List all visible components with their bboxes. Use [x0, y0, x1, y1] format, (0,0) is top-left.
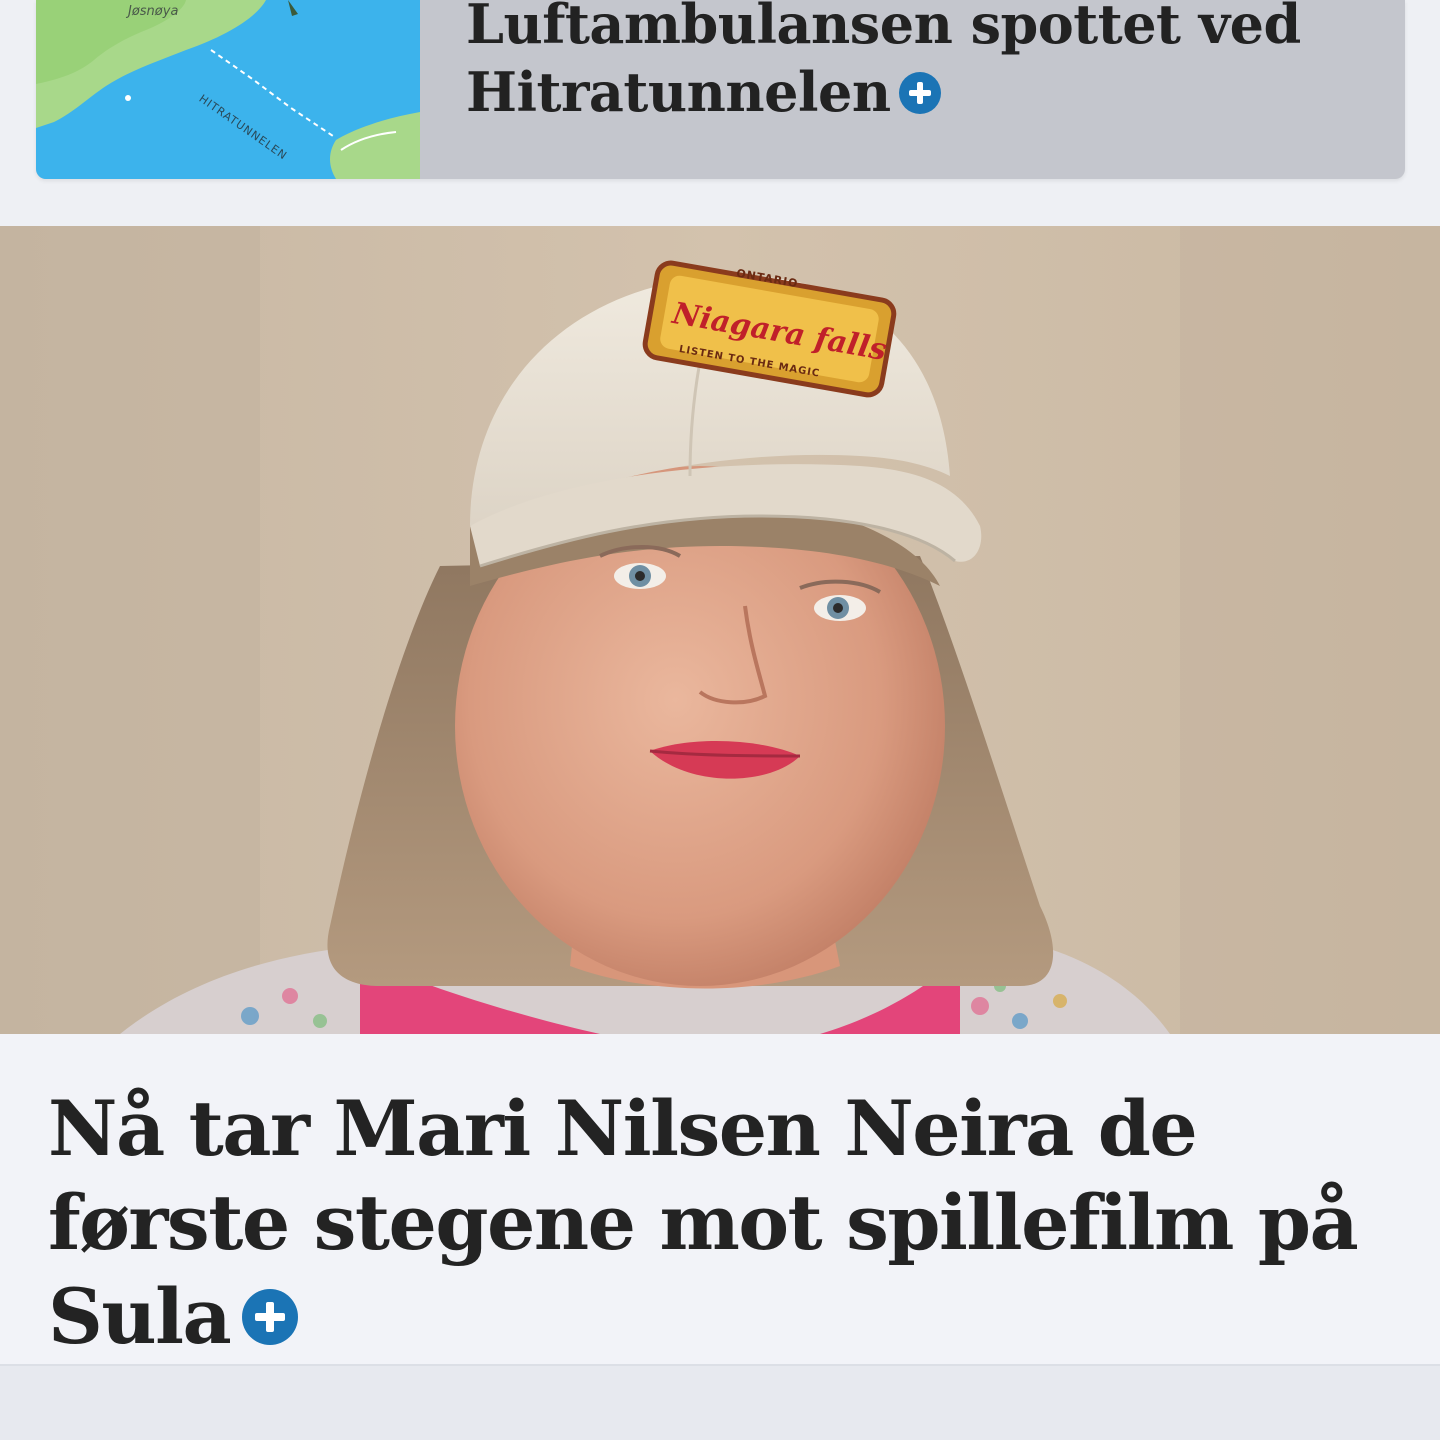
plus-icon [898, 71, 941, 114]
teaser-article-card[interactable]: Jøsnøya HITRATUNNELEN Luftambulansen spo… [36, 0, 1405, 179]
plus-icon [242, 1289, 299, 1345]
map-label-island: Jøsnøya [128, 4, 179, 19]
article-photo[interactable]: ONTARIO Niagara falls LISTEN TO THE MAGI… [0, 226, 1440, 1034]
teaser-headline[interactable]: Luftambulansen spottet ved Hitratunnelen [466, 0, 1301, 124]
next-article-divider [0, 1364, 1440, 1440]
teaser-map-image: Jøsnøya HITRATUNNELEN [36, 0, 420, 179]
teaser-headline-block[interactable]: Luftambulansen spottet ved Hitratunnelen [466, 0, 1386, 126]
main-article-card[interactable]: Nå tar Mari Nilsen Neira de første stege… [0, 1034, 1440, 1364]
article-headline-block[interactable]: Nå tar Mari Nilsen Neira de første stege… [48, 1082, 1388, 1364]
